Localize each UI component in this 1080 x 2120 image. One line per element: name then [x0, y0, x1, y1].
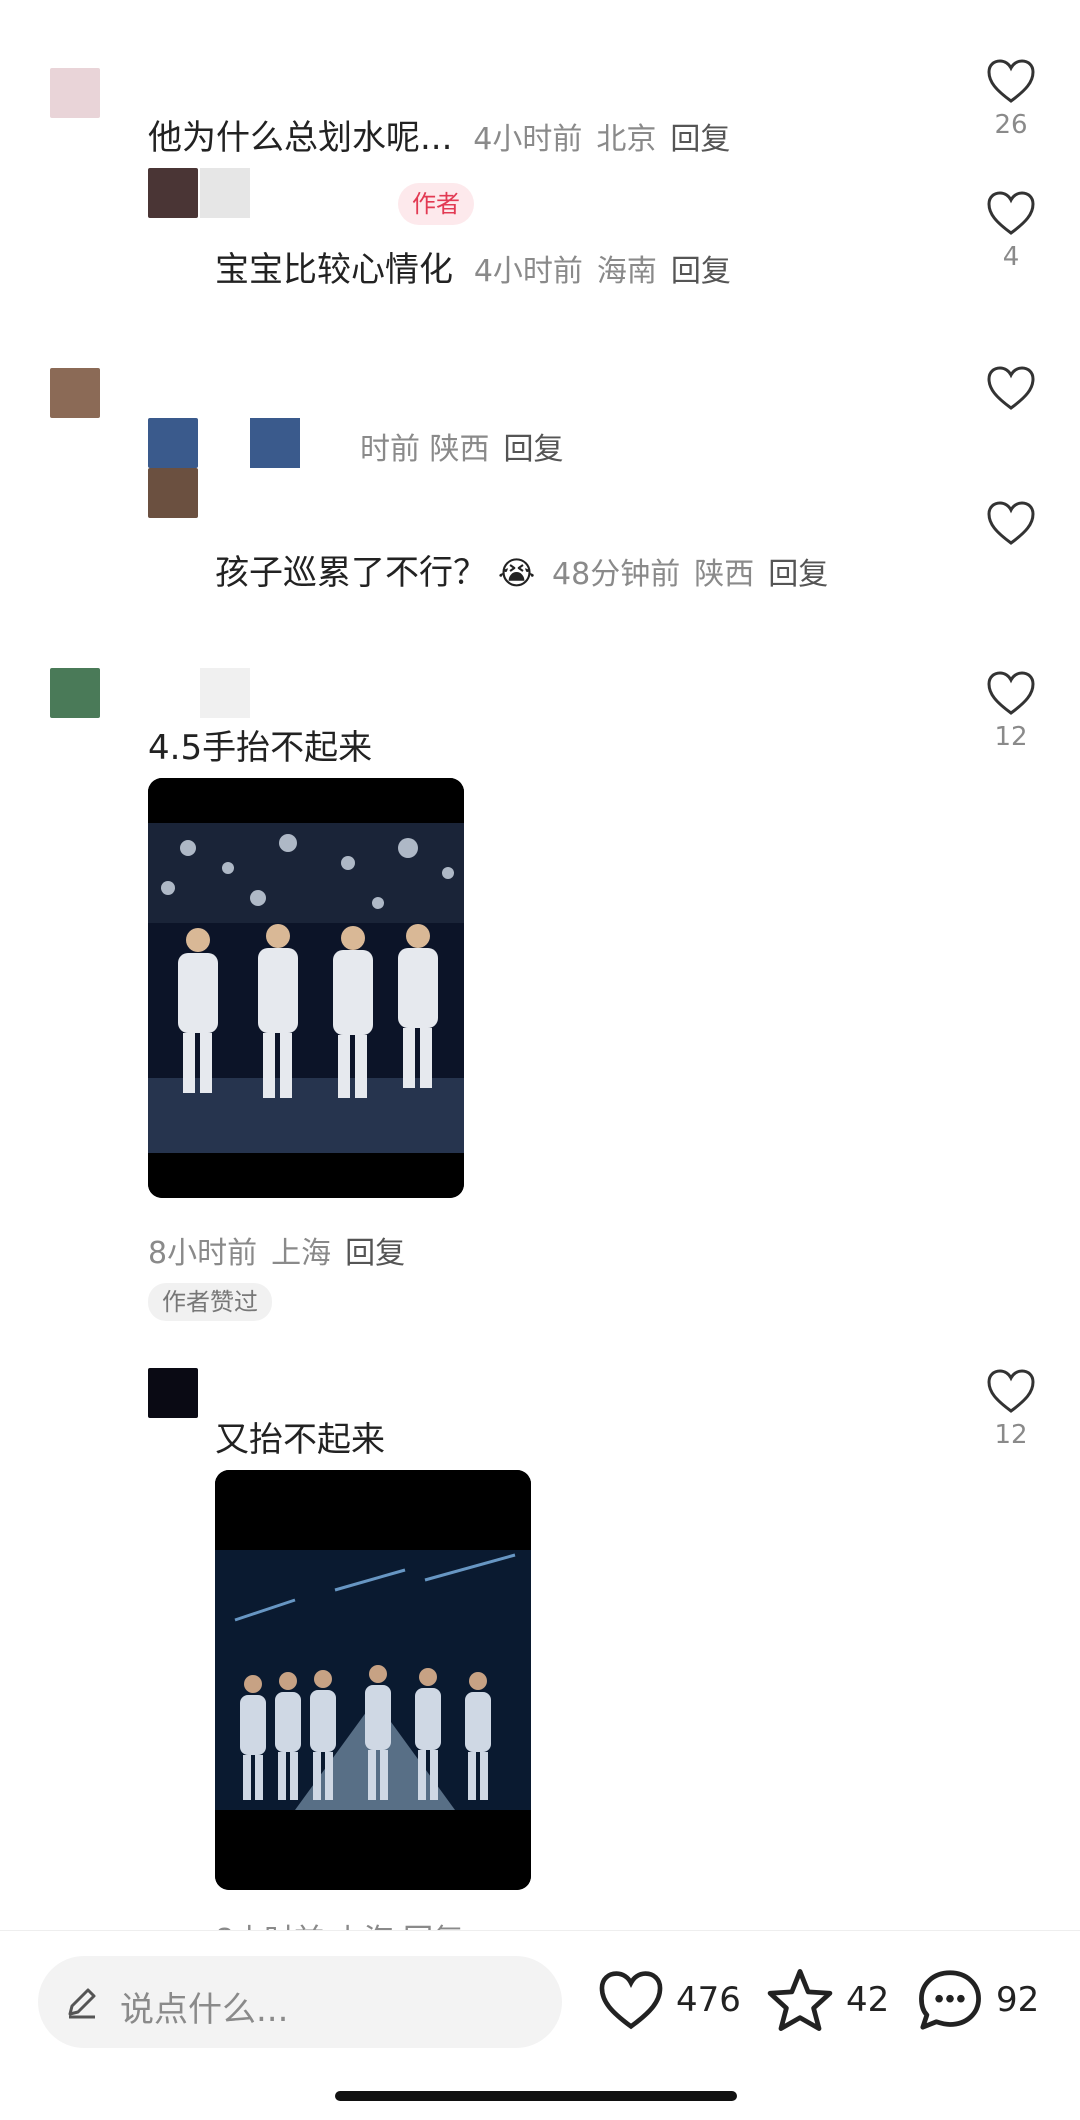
reply-time: 48分钟前 — [552, 557, 681, 592]
reply-button[interactable]: 回复 — [504, 432, 564, 467]
avatar[interactable] — [148, 418, 198, 468]
avatar[interactable] — [50, 668, 100, 718]
heart-icon — [987, 501, 1035, 545]
comment-meta: 8小时前 上海 回复 — [148, 1228, 419, 1272]
comment-3[interactable]: 4.5手抬不起来 — [148, 720, 372, 769]
reply-1-1[interactable]: 宝宝比较心情化 4小时前 海南 回复 — [215, 242, 745, 291]
avatar[interactable] — [148, 1368, 198, 1418]
reply-text: 宝宝比较心情化 — [215, 250, 453, 290]
reply-time: 4小时前 — [473, 254, 583, 289]
comment-1[interactable]: 他为什么总划水呢... 4小时前 北京 回复 — [148, 110, 744, 159]
heart-icon — [987, 1369, 1035, 1413]
author-liked-tag: 作者赞过 — [148, 1283, 272, 1321]
home-indicator[interactable] — [335, 2091, 737, 2101]
chat-bubble-icon — [919, 1970, 981, 2030]
reply-location: 海南 — [596, 254, 657, 289]
avatar[interactable] — [50, 68, 100, 118]
comment-location: 上海 — [271, 1236, 332, 1271]
like-button[interactable] — [981, 365, 1041, 411]
heart-icon — [987, 191, 1035, 235]
stage-performance-image — [148, 778, 464, 1198]
reply-text: 又抬不起来 — [215, 1420, 385, 1460]
like-button[interactable] — [981, 500, 1041, 546]
avatar[interactable] — [50, 368, 100, 418]
comment-text: 4.5手抬不起来 — [148, 728, 373, 768]
like-button[interactable]: 12 — [981, 1368, 1041, 1450]
avatar[interactable] — [148, 468, 198, 518]
like-count: 12 — [994, 722, 1028, 752]
heart-icon — [987, 59, 1035, 103]
heart-icon — [599, 1971, 663, 2030]
reply-3-1[interactable]: 又抬不起来 — [215, 1412, 385, 1461]
like-post-button[interactable]: 476 — [598, 1955, 741, 2045]
reply-button[interactable]: 回复 — [345, 1236, 405, 1271]
comment-input-placeholder: 说点什么... — [120, 1990, 289, 2030]
like-button[interactable]: 4 — [981, 190, 1041, 272]
reply-image[interactable] — [215, 1470, 531, 1890]
bottom-bar: 说点什么... 476 42 92 — [0, 1930, 1080, 2120]
comment-time: 8小时前 — [148, 1236, 258, 1271]
comment-time: 4小时前 — [473, 122, 583, 157]
heart-icon — [987, 366, 1035, 410]
post-like-count: 476 — [676, 1980, 741, 2020]
pencil-icon — [68, 1988, 96, 2019]
like-count: 26 — [994, 110, 1028, 140]
reply-text: 孩子巡累了不行？ — [215, 553, 487, 593]
reply-button[interactable]: 回复 — [670, 122, 730, 157]
crying-emoji: 😭 — [497, 554, 536, 592]
comment-image[interactable] — [148, 778, 464, 1198]
reply-meta-partial: 8小时前 上海 回复 — [215, 1915, 463, 1930]
reply-button[interactable]: 回复 — [768, 557, 828, 592]
like-button[interactable]: 26 — [981, 58, 1041, 140]
avatar-blur — [200, 168, 250, 218]
heart-icon — [987, 671, 1035, 715]
comment-count: 92 — [996, 1980, 1040, 2020]
star-icon — [767, 1969, 833, 2031]
comment-input[interactable]: 说点什么... — [38, 1956, 562, 2048]
author-badge: 作者 — [398, 183, 474, 225]
avatar-blur — [250, 418, 300, 468]
reply-location: 陕西 — [694, 557, 755, 592]
reply-2-1[interactable]: 孩子巡累了不行？ 😭 48分钟前 陕西 回复 — [215, 545, 842, 594]
favorite-count: 42 — [846, 1980, 890, 2020]
reply-button[interactable]: 回复 — [671, 254, 731, 289]
like-count: 4 — [1002, 242, 1020, 272]
avatar[interactable] — [148, 168, 198, 218]
comments-button[interactable]: 92 — [916, 1955, 1039, 2045]
comment-text: 他为什么总划水呢... — [148, 118, 453, 158]
like-button[interactable]: 12 — [981, 670, 1041, 752]
like-count: 12 — [994, 1420, 1028, 1450]
comment-meta-fragment: 时前 陕西 回复 — [360, 432, 564, 467]
avatar-blur — [200, 668, 250, 718]
favorite-button[interactable]: 42 — [766, 1955, 889, 2045]
stage-performance-image — [215, 1470, 531, 1890]
comment-location: 北京 — [596, 122, 657, 157]
